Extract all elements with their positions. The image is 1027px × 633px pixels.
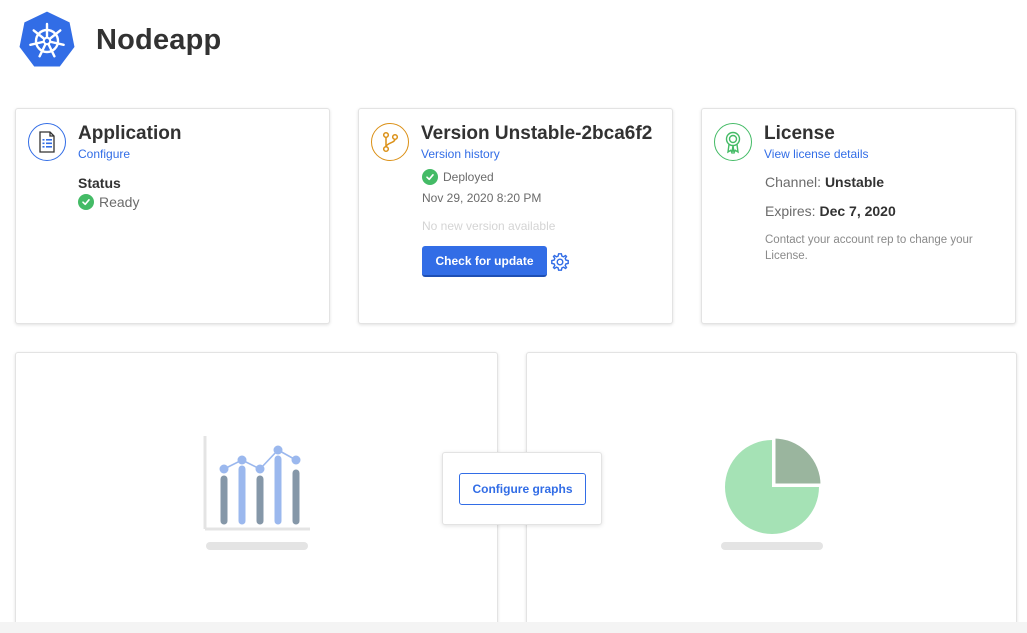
- version-history-link[interactable]: Version history: [421, 147, 500, 161]
- app-header: Nodeapp: [17, 10, 221, 70]
- app-title: Nodeapp: [96, 23, 222, 56]
- check-circle-icon: [78, 194, 94, 210]
- status-text: Ready: [99, 194, 140, 210]
- kubernetes-logo-icon: [18, 10, 76, 68]
- version-title: Version Unstable-2bca6f2: [421, 123, 653, 144]
- license-title: License: [764, 123, 835, 144]
- award-ribbon-icon: [714, 123, 752, 161]
- application-card: Application Configure Status Ready: [15, 108, 330, 324]
- document-list-icon: [28, 123, 66, 161]
- deploy-date: Nov 29, 2020 8:20 PM: [422, 191, 542, 205]
- configure-graphs-panel: Configure graphs: [442, 452, 602, 525]
- expires-value: Dec 7, 2020: [819, 203, 896, 219]
- status-label: Status: [78, 175, 121, 191]
- expires-row: Expires: Dec 7, 2020: [765, 203, 896, 219]
- check-circle-icon: [422, 169, 438, 185]
- license-card: License View license details Channel: Un…: [701, 108, 1016, 324]
- check-for-update-button[interactable]: Check for update: [422, 246, 547, 277]
- bar-chart-placeholder-icon: [203, 436, 310, 550]
- channel-value: Unstable: [824, 174, 885, 190]
- configure-link[interactable]: Configure: [78, 147, 130, 161]
- graph-placeholder-left: [15, 352, 498, 633]
- channel-label: Channel:: [765, 174, 822, 190]
- channel-row: Channel: Unstable: [765, 174, 884, 190]
- expires-label: Expires:: [765, 203, 816, 219]
- application-title: Application: [78, 123, 182, 144]
- version-card: Version Unstable-2bca6f2 Version history…: [358, 108, 673, 324]
- git-branch-icon: [371, 123, 409, 161]
- deploy-status: Deployed: [422, 169, 494, 185]
- pie-chart-placeholder-icon: [721, 435, 824, 550]
- status-value: Ready: [78, 194, 139, 210]
- deploy-status-text: Deployed: [443, 170, 494, 184]
- license-note: Contact your account rep to change your …: [765, 234, 973, 262]
- gear-icon[interactable]: [550, 252, 570, 272]
- view-license-link[interactable]: View license details: [764, 147, 869, 161]
- configure-graphs-button[interactable]: Configure graphs: [459, 473, 586, 505]
- page-footer-bar: [0, 622, 1027, 633]
- update-message: No new version available: [422, 219, 556, 233]
